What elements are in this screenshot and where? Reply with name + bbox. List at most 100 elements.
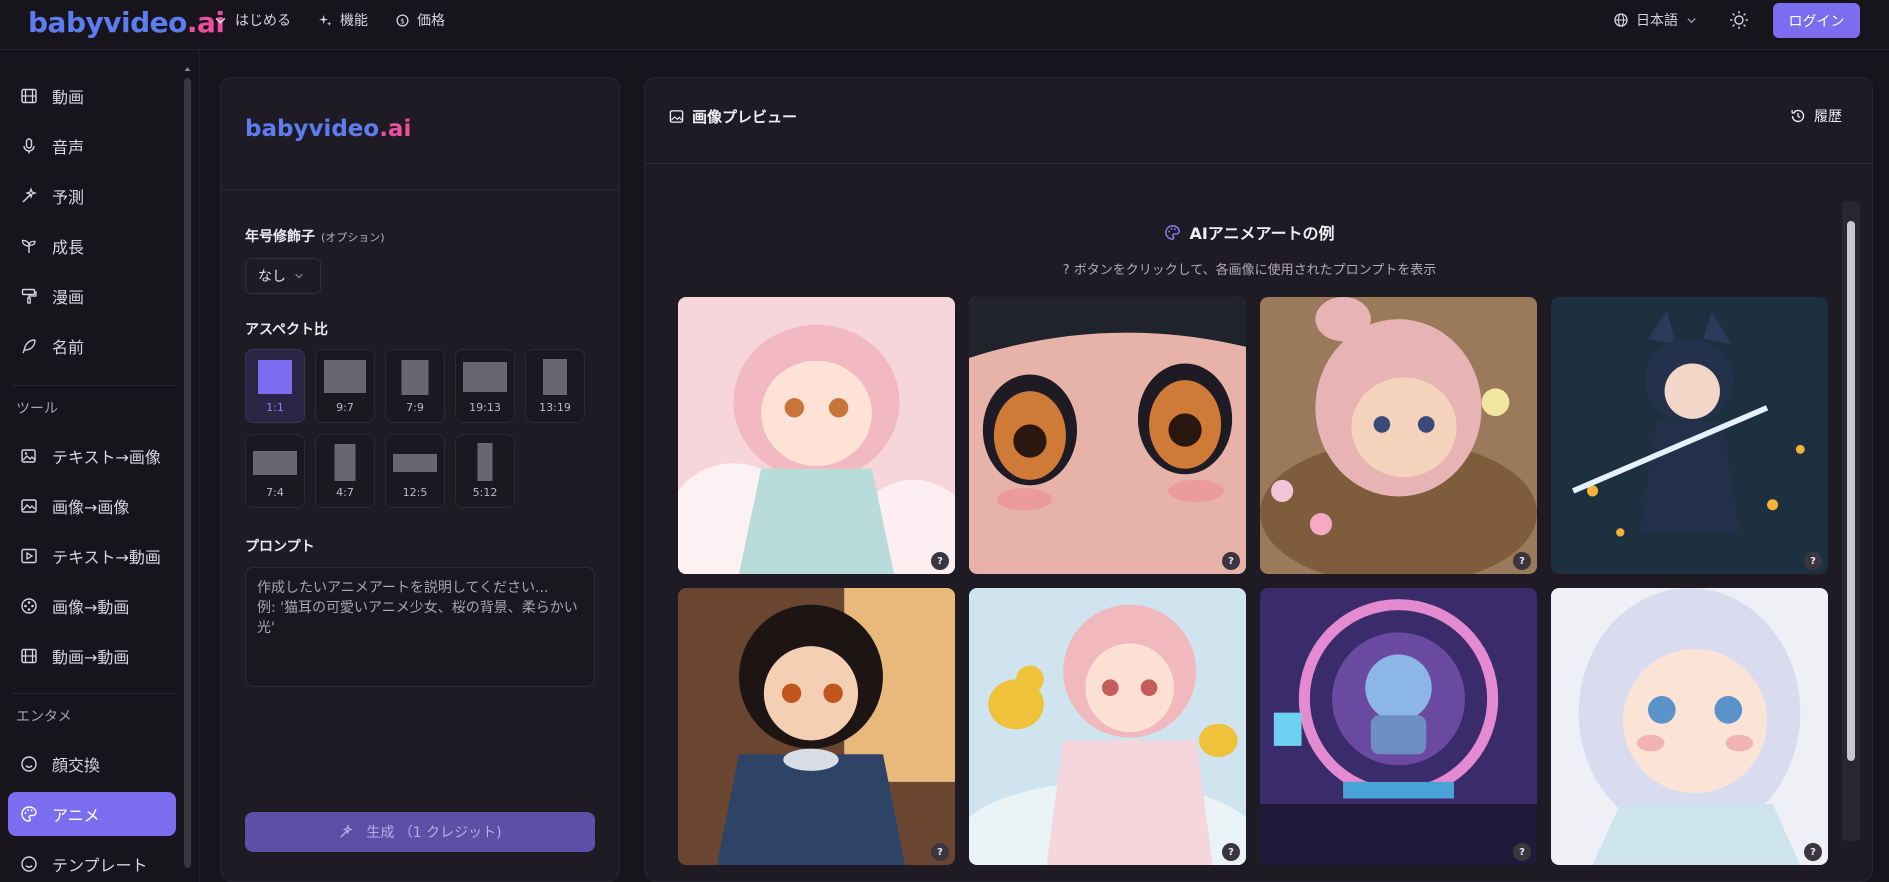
- nav-label: 価格: [417, 13, 445, 29]
- image-plus-icon: [21, 449, 36, 463]
- era-modifier-label: 年号修飾子 (オプション): [245, 226, 385, 246]
- sidebar-item-video-to-video[interactable]: 動画→動画: [8, 634, 176, 678]
- gallery-title: AIアニメアートの例: [645, 220, 1854, 244]
- preview-title: 画像プレビュー: [692, 108, 798, 126]
- prompt-help-button[interactable]: ?: [1804, 843, 1822, 861]
- ratio-label: 13:19: [539, 401, 571, 414]
- sidebar-item-audio[interactable]: 音声: [8, 124, 176, 168]
- prompt-label: プロンプト: [245, 539, 315, 555]
- sidebar-item-label: 動画→動画: [52, 648, 130, 667]
- panel-divider: [221, 189, 619, 190]
- gallery-scrollbar-thumb[interactable]: [1847, 221, 1855, 761]
- ratio-option-19-13[interactable]: 19:13: [455, 349, 515, 423]
- settings-panel: babyvideo.ai 年号修飾子 (オプション) なし アスペクト比 1:1 …: [220, 77, 620, 882]
- nav-features[interactable]: 機能: [319, 10, 368, 30]
- sidebar-item-text-to-video[interactable]: テキスト→動画: [8, 534, 176, 578]
- sidebar-item-label: 画像→動画: [52, 598, 130, 617]
- top-bar: babyvideo.ai はじめる 機能 $ 価格 日本語 ログイン: [0, 0, 1889, 50]
- prompt-help-button[interactable]: ?: [1804, 552, 1822, 570]
- scroll-up-arrow-icon[interactable]: [184, 65, 191, 73]
- sprout-icon: [21, 239, 36, 253]
- gallery-image-bath-duck[interactable]: ?: [969, 588, 1246, 865]
- prompt-help-button[interactable]: ?: [931, 552, 949, 570]
- preview-header: 画像プレビュー: [669, 106, 797, 127]
- sidebar-item-predict[interactable]: 予測: [8, 174, 176, 218]
- chevron-down-icon: [1687, 17, 1696, 23]
- ratio-label: 4:7: [336, 486, 354, 499]
- ratio-shape: [543, 359, 567, 395]
- ratio-option-9-7[interactable]: 9:7: [315, 349, 375, 423]
- sidebar-item-label: アニメ: [52, 806, 100, 825]
- sidebar-item-image-to-video[interactable]: 画像→動画: [8, 584, 176, 628]
- smile-icon: [21, 756, 37, 772]
- sidebar-item-face-swap[interactable]: 顔交換: [8, 742, 176, 786]
- brand-logo[interactable]: babyvideo.ai: [28, 6, 225, 39]
- era-selected-value: なし: [258, 269, 286, 285]
- login-button[interactable]: ログイン: [1773, 3, 1860, 38]
- history-icon: [1791, 109, 1805, 123]
- film-icon: [21, 88, 37, 104]
- prompt-help-button[interactable]: ?: [1513, 552, 1531, 570]
- sidebar-item-video[interactable]: 動画: [8, 74, 176, 118]
- sidebar-divider: [12, 693, 176, 694]
- nav-getting-started[interactable]: はじめる: [214, 10, 291, 30]
- ratio-label: 1:1: [266, 401, 284, 414]
- anime-image: [1551, 588, 1828, 865]
- paint-roller-icon: [21, 288, 37, 304]
- ratio-shape: [401, 360, 429, 395]
- ratio-option-12-5[interactable]: 12:5: [385, 434, 445, 508]
- anime-image: [678, 588, 955, 865]
- sidebar-item-image-to-image[interactable]: 画像→画像: [8, 484, 176, 528]
- gallery-image-pink-hair-girl[interactable]: ?: [678, 297, 955, 574]
- prompt-help-button[interactable]: ?: [1222, 552, 1240, 570]
- optional-hint: (オプション): [321, 231, 385, 244]
- ratio-label: 7:4: [266, 486, 284, 499]
- gallery-image-girl-sweater[interactable]: ?: [678, 588, 955, 865]
- sidebar-item-label: 動画: [52, 88, 85, 107]
- sparkles-icon: [319, 14, 332, 26]
- sidebar-item-manga[interactable]: 漫画: [8, 274, 176, 318]
- gallery-title-text: AIアニメアートの例: [1189, 224, 1335, 243]
- gallery-image-robot-portal[interactable]: ?: [1260, 588, 1537, 865]
- ratio-option-1-1[interactable]: 1:1: [245, 349, 305, 423]
- gallery-image-cat-girl-sword[interactable]: ?: [1551, 297, 1828, 574]
- language-select[interactable]: 日本語: [1614, 10, 1697, 30]
- ratio-option-13-19[interactable]: 13:19: [525, 349, 585, 423]
- prompt-textarea[interactable]: 作成したいアニメアートを説明してください... 例: '猫耳の可愛いアニメ少女、…: [245, 567, 595, 687]
- language-label: 日本語: [1636, 13, 1678, 29]
- sidebar-item-names[interactable]: 名前: [8, 324, 176, 368]
- ratio-option-7-9[interactable]: 7:9: [385, 349, 445, 423]
- theme-toggle-button[interactable]: [1728, 9, 1750, 31]
- ratio-option-4-7[interactable]: 4:7: [315, 434, 375, 508]
- prompt-help-button[interactable]: ?: [931, 843, 949, 861]
- nav-pricing[interactable]: $ 価格: [396, 10, 445, 30]
- sidebar-divider: [12, 385, 176, 386]
- mic-icon: [23, 138, 35, 154]
- sidebar-item-growth[interactable]: 成長: [8, 224, 176, 268]
- ratio-option-7-4[interactable]: 7:4: [245, 434, 305, 508]
- ratio-option-5-12[interactable]: 5:12: [455, 434, 515, 508]
- sidebar: 動画 音声 予測 成長 漫画 名前 ツール テキスト→画像 画像→画像 テキスト…: [0, 51, 200, 882]
- sidebar-item-anime[interactable]: アニメ: [8, 792, 176, 836]
- prompt-help-button[interactable]: ?: [1222, 843, 1240, 861]
- history-button[interactable]: 履歴: [1790, 106, 1842, 126]
- sidebar-item-label: 顔交換: [52, 756, 101, 775]
- chevron-down-icon: [295, 273, 303, 279]
- sidebar-item-label: 音声: [52, 138, 85, 157]
- generate-label: 生成 （1 クレジット): [366, 825, 502, 841]
- sidebar-item-templates[interactable]: テンプレート: [8, 842, 176, 882]
- sidebar-scrollbar[interactable]: [184, 78, 191, 868]
- sidebar-item-text-to-image[interactable]: テキスト→画像: [8, 434, 176, 478]
- gallery-image-closeup-eyes[interactable]: ?: [969, 297, 1246, 574]
- generate-button[interactable]: 生成 （1 クレジット): [245, 812, 595, 852]
- prompt-help-button[interactable]: ?: [1513, 843, 1531, 861]
- gallery-image-silver-hair-girl[interactable]: ?: [1551, 588, 1828, 865]
- sidebar-item-label: 予測: [52, 188, 85, 207]
- sidebar-group-entertainment: エンタメ: [16, 709, 72, 725]
- era-modifier-select[interactable]: なし: [245, 258, 321, 294]
- anime-image: [678, 297, 955, 574]
- ratio-label: 19:13: [469, 401, 501, 414]
- gallery-image-bunny-baby-basket[interactable]: ?: [1260, 297, 1537, 574]
- sidebar-item-label: 成長: [52, 238, 85, 257]
- feather-icon: [22, 339, 36, 354]
